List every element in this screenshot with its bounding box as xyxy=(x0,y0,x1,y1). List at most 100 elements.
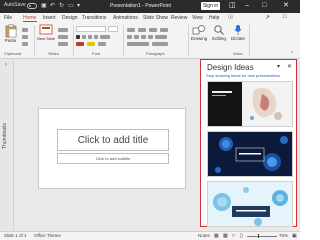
share-icon[interactable]: ↗ xyxy=(265,14,270,21)
numbering-button[interactable] xyxy=(138,28,146,32)
design-ideas-title: Design Ideas xyxy=(207,63,254,72)
thumbnails-label: Thumbnails xyxy=(2,123,8,149)
slide[interactable]: Click to add title Click to add subtitle xyxy=(38,108,186,189)
drawing-button[interactable]: Drawing xyxy=(190,24,208,41)
autosave-toggle[interactable] xyxy=(27,3,37,9)
copy-icon[interactable] xyxy=(22,35,28,39)
zoom-slider-thumb[interactable] xyxy=(258,234,259,238)
align-right-button[interactable] xyxy=(141,35,146,39)
indent-button[interactable] xyxy=(149,28,157,32)
drawing-label: Drawing xyxy=(190,36,208,41)
group-separator xyxy=(73,25,74,56)
paragraph-group-label: Paragraph xyxy=(146,51,165,56)
fit-to-window-icon[interactable]: ▣ xyxy=(292,233,297,239)
tab-view[interactable]: View xyxy=(192,15,203,21)
title-placeholder[interactable]: Click to add title xyxy=(57,129,169,151)
ribbon-display-options-icon[interactable]: ◫ xyxy=(229,1,236,11)
layout-button[interactable] xyxy=(58,28,68,32)
section-button[interactable] xyxy=(58,42,68,46)
align-text-button[interactable] xyxy=(127,42,149,46)
reading-view-icon[interactable]: □ xyxy=(232,233,235,239)
undo-icon[interactable]: ↶ xyxy=(50,2,55,10)
status-bar: Slide 1 of 1 Office Theme Notes ▦ ▩ □ ▯ … xyxy=(0,231,300,240)
cut-icon[interactable] xyxy=(22,28,28,32)
smartart-button[interactable] xyxy=(152,42,168,46)
stop-showing-ideas-link[interactable]: Stop showing ideas for new presentations xyxy=(206,73,280,78)
shapes-icon xyxy=(192,25,205,35)
customize-quick-access-icon[interactable]: ▾ xyxy=(77,2,80,10)
normal-view-icon[interactable]: ▦ xyxy=(214,233,219,239)
design-preview-blue-virus xyxy=(208,132,292,176)
minimize-icon[interactable]: – xyxy=(245,1,249,11)
design-idea-card[interactable] xyxy=(207,131,293,177)
zoom-level[interactable]: 75% xyxy=(279,233,288,238)
clipboard-group-label: Clipboard xyxy=(4,51,22,56)
slide-counter: Slide 1 of 1 xyxy=(4,233,27,238)
thumbnails-rail[interactable]: › Thumbnails xyxy=(0,59,14,231)
design-preview-dark-abstract xyxy=(208,82,292,126)
group-separator xyxy=(249,25,250,56)
tab-insert[interactable]: Insert xyxy=(43,15,56,21)
tab-design[interactable]: Design xyxy=(62,15,78,21)
character-spacing-button[interactable] xyxy=(100,35,110,39)
editing-label: Editing xyxy=(212,36,226,41)
group-separator xyxy=(34,25,35,56)
new-slide-button[interactable]: New Slide xyxy=(37,24,55,41)
close-icon[interactable]: ✕ xyxy=(283,1,289,11)
slideshow-view-icon[interactable]: ▯ xyxy=(240,233,243,239)
font-size-dropdown[interactable] xyxy=(108,26,118,32)
pane-options-icon[interactable]: ▾ xyxy=(277,63,280,70)
tab-transitions[interactable]: Transitions xyxy=(82,15,106,21)
dictate-button[interactable]: Dictate xyxy=(230,24,246,41)
tab-animations[interactable]: Animations xyxy=(113,15,138,21)
tab-slide-show[interactable]: Slide Show xyxy=(143,15,168,21)
zoom-slider[interactable] xyxy=(247,236,277,237)
slide-sorter-icon[interactable]: ▩ xyxy=(223,233,228,239)
design-ideas-pane: Design Ideas ▾ ✕ Stop showing ideas for … xyxy=(200,59,297,227)
design-idea-card[interactable] xyxy=(207,181,293,227)
text-effects-button[interactable] xyxy=(98,42,106,46)
font-name-dropdown[interactable] xyxy=(76,26,106,32)
align-center-button[interactable] xyxy=(134,35,139,39)
ribbon: Paste Clipboard New Slide Slides Font Pa… xyxy=(0,22,300,59)
pane-close-icon[interactable]: ✕ xyxy=(287,63,292,70)
microphone-icon xyxy=(234,25,242,35)
collapse-ribbon-icon[interactable]: ⌃ xyxy=(290,51,294,57)
font-color-button[interactable] xyxy=(76,42,84,46)
present-icon[interactable]: ▭ xyxy=(68,2,74,10)
comments-icon[interactable]: □ xyxy=(283,14,287,20)
title-bar: AutoSave ▣ ↶ ↻ ▭ ▾ Presentation1 - Power… xyxy=(0,0,300,13)
editing-button[interactable]: Editing xyxy=(210,24,228,41)
maximize-icon[interactable]: □ xyxy=(262,1,266,11)
subtitle-placeholder[interactable]: Click to add subtitle xyxy=(57,153,169,164)
strikethrough-button[interactable] xyxy=(94,35,98,39)
tab-help[interactable]: Help xyxy=(209,15,219,21)
bold-button[interactable] xyxy=(76,35,80,39)
theme-name: Office Theme xyxy=(34,233,61,238)
autosave-label: AutoSave xyxy=(4,2,26,8)
bullets-button[interactable] xyxy=(127,28,135,32)
paste-button[interactable]: Paste xyxy=(2,24,19,43)
lightbulb-icon[interactable]: ☉ xyxy=(228,14,233,21)
find-icon xyxy=(214,25,224,35)
group-separator xyxy=(188,25,189,56)
design-idea-card[interactable] xyxy=(207,81,293,127)
redo-icon[interactable]: ↻ xyxy=(59,2,64,10)
notes-button[interactable]: Notes xyxy=(198,233,210,238)
format-painter-icon[interactable] xyxy=(22,42,28,46)
columns-button[interactable] xyxy=(155,35,167,39)
font-group-label: Font xyxy=(92,51,101,56)
reset-button[interactable] xyxy=(58,35,68,39)
tab-review[interactable]: Review xyxy=(171,15,187,21)
highlight-button[interactable] xyxy=(87,42,95,46)
align-left-button[interactable] xyxy=(127,35,132,39)
save-icon[interactable]: ▣ xyxy=(41,2,47,10)
underline-button[interactable] xyxy=(88,35,92,39)
justify-button[interactable] xyxy=(148,35,153,39)
design-preview-light-particles xyxy=(208,182,292,226)
italic-button[interactable] xyxy=(82,35,86,39)
text-direction-button[interactable] xyxy=(160,28,168,32)
tab-file[interactable]: File xyxy=(4,15,12,21)
expand-thumbnails-icon[interactable]: › xyxy=(5,62,7,68)
sign-in-button[interactable]: Sign in xyxy=(201,2,220,10)
